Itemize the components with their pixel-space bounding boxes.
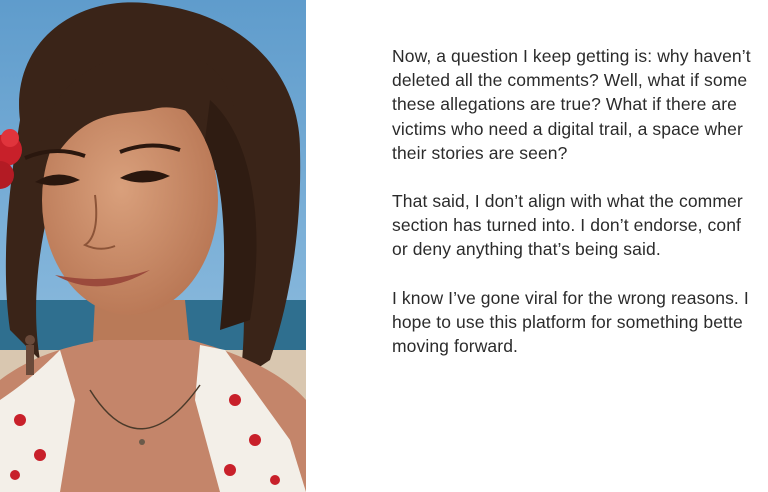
statement-text: Now, a question I keep getting is: why h… [392, 44, 768, 382]
rose-print [14, 414, 26, 426]
text-line: Now, a question I keep getting is: why h… [392, 46, 751, 66]
text-line: moving forward. [392, 336, 518, 357]
statement-panel: Now, a question I keep getting is: why h… [306, 0, 768, 492]
rose-print [34, 449, 46, 461]
text-line: That said, I don’t align with what the c… [392, 191, 743, 212]
text-line: section has turned into. I don’t endorse… [392, 215, 741, 236]
statement-paragraph: I know I’ve gone viral for the wrong rea… [392, 286, 768, 359]
rose-print [10, 470, 20, 480]
text-line: these allegations are true? What if ther… [392, 94, 737, 115]
background-person [25, 335, 35, 345]
rose-print [229, 394, 241, 406]
profile-photo [0, 0, 306, 492]
text-line: deleted all the comments? Well, what if … [392, 70, 748, 91]
rose-print [224, 464, 236, 476]
text-line: victims who need a digital trail, a spac… [392, 118, 743, 139]
rose-print [270, 475, 280, 485]
statement-paragraph: That said, I don’t align with what the c… [392, 189, 768, 262]
background-person [26, 345, 34, 375]
rose-print [249, 434, 261, 446]
text-line: I know I’ve gone viral for the wrong rea… [392, 287, 749, 308]
statement-paragraph: Now, a question I keep getting is: why h… [392, 44, 768, 165]
text-line: hope to use this platform for something … [392, 311, 743, 332]
necklace-pendant [139, 439, 145, 445]
text-line: their stories are seen? [392, 142, 568, 163]
text-line: or deny anything that’s being said. [392, 239, 661, 260]
